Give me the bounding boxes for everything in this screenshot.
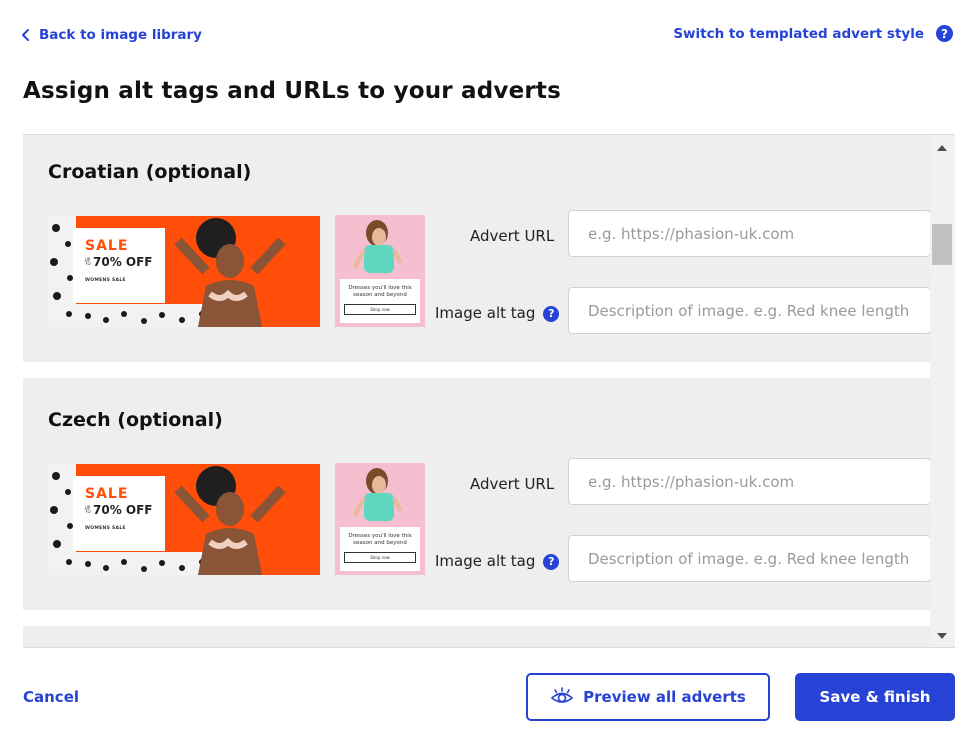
landscape-advert-preview: SALE UP TO 70% OFF WOMENS SALE bbox=[48, 216, 320, 327]
language-list[interactable]: Croatian (optional) SALE UP TO 70% OFF W… bbox=[23, 134, 955, 648]
language-title: Czech (optional) bbox=[48, 409, 223, 431]
question-circle-icon[interactable]: ? bbox=[936, 25, 953, 42]
cancel-button[interactable]: Cancel bbox=[23, 688, 79, 706]
landscape-advert-preview: SALE UP TO 70% OFF WOMENS SALE bbox=[48, 464, 320, 575]
advert-url-input[interactable] bbox=[568, 210, 931, 257]
shop-now-button: Shop now bbox=[344, 304, 416, 315]
switch-templated-style-link[interactable]: Switch to templated advert style ? bbox=[673, 25, 953, 42]
advert-url-input[interactable] bbox=[568, 458, 931, 505]
sale-text: SALE bbox=[85, 238, 129, 254]
advert-url-label: Advert URL bbox=[470, 227, 555, 245]
pct-prefix: UP TO bbox=[85, 257, 91, 266]
discount-text: 70% OFF bbox=[93, 503, 153, 517]
image-alt-tag-input[interactable] bbox=[568, 287, 931, 334]
alt-tag-label-text: Image alt tag bbox=[435, 304, 536, 322]
language-panel-next bbox=[23, 626, 930, 647]
back-link-label: Back to image library bbox=[39, 27, 202, 43]
sale-card: SALE UP TO 70% OFF WOMENS SALE bbox=[73, 476, 165, 551]
sale-tag-text: WOMENS SALE bbox=[85, 526, 126, 531]
image-alt-tag-label: Image alt tag? bbox=[435, 304, 560, 322]
eye-icon bbox=[550, 687, 574, 703]
square-caption-card: Dresses you'll love this season and beyo… bbox=[340, 279, 420, 323]
square-advert-preview: Dresses you'll love this season and beyo… bbox=[335, 215, 425, 327]
scrollbar-thumb[interactable] bbox=[932, 224, 952, 265]
square-caption: Dresses you'll love this season and beyo… bbox=[348, 533, 412, 546]
question-circle-icon[interactable]: ? bbox=[543, 553, 560, 570]
preview-button-label: Preview all adverts bbox=[583, 688, 746, 706]
discount-text: 70% OFF bbox=[93, 255, 153, 269]
preview-all-adverts-button[interactable]: Preview all adverts bbox=[526, 673, 770, 721]
question-circle-icon[interactable]: ? bbox=[543, 305, 560, 322]
advert-url-label: Advert URL bbox=[470, 475, 555, 493]
image-alt-tag-label: Image alt tag? bbox=[435, 552, 560, 570]
sale-card: SALE UP TO 70% OFF WOMENS SALE bbox=[73, 228, 165, 303]
sale-text: SALE bbox=[85, 486, 129, 502]
language-panel-czech: Czech (optional) SALE UP TO 70% OFF WOME… bbox=[23, 378, 931, 610]
square-caption-card: Dresses you'll love this season and beyo… bbox=[340, 527, 420, 571]
square-advert-preview: Dresses you'll love this season and beyo… bbox=[335, 463, 425, 575]
language-title: Croatian (optional) bbox=[48, 161, 252, 183]
shop-now-button: Shop now bbox=[344, 552, 416, 563]
chevron-left-icon bbox=[22, 29, 29, 41]
scroll-up-arrow-icon[interactable] bbox=[937, 145, 947, 151]
back-to-library-link[interactable]: Back to image library bbox=[20, 27, 202, 43]
pct-prefix: UP TO bbox=[85, 505, 91, 514]
switch-link-label: Switch to templated advert style bbox=[673, 25, 924, 42]
square-caption: Dresses you'll love this season and beyo… bbox=[348, 285, 412, 298]
save-and-finish-button[interactable]: Save & finish bbox=[795, 673, 955, 721]
image-alt-tag-input[interactable] bbox=[568, 535, 931, 582]
language-panel-croatian: Croatian (optional) SALE UP TO 70% OFF W… bbox=[23, 135, 931, 362]
scroll-down-arrow-icon[interactable] bbox=[937, 633, 947, 639]
vertical-scrollbar[interactable] bbox=[930, 135, 955, 647]
sale-tag-text: WOMENS SALE bbox=[85, 278, 126, 283]
page-title: Assign alt tags and URLs to your adverts bbox=[23, 78, 562, 104]
alt-tag-label-text: Image alt tag bbox=[435, 552, 536, 570]
